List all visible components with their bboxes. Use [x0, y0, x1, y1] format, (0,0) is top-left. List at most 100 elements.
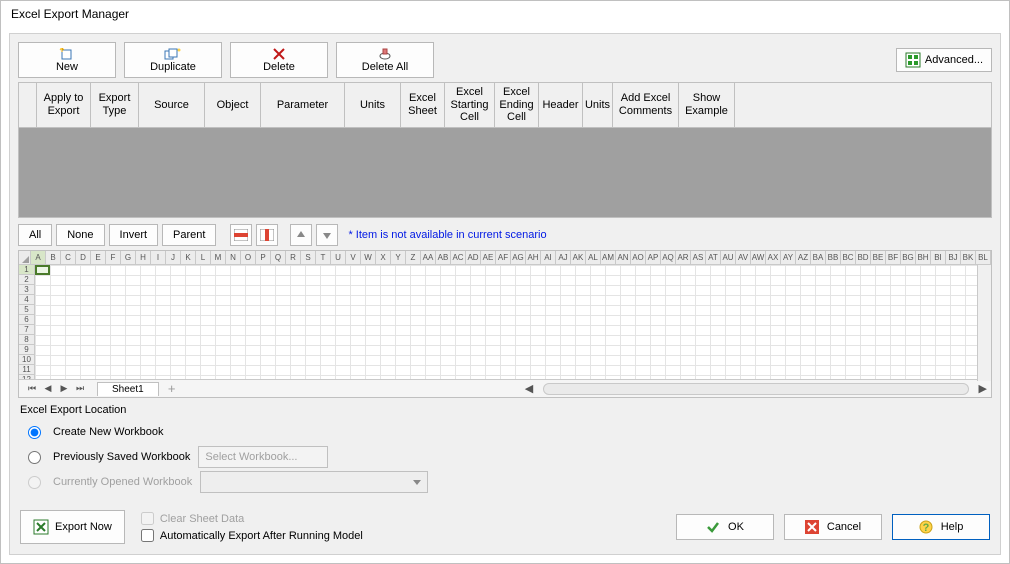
- sheet-row-10[interactable]: 10: [19, 355, 34, 365]
- sheet-col-AZ[interactable]: AZ: [796, 251, 811, 264]
- sheet-col-AO[interactable]: AO: [631, 251, 646, 264]
- sheet-col-W[interactable]: W: [361, 251, 376, 264]
- sheet-col-P[interactable]: P: [256, 251, 271, 264]
- sheet-col-D[interactable]: D: [76, 251, 91, 264]
- grid-col-show-example[interactable]: Show Example: [679, 83, 735, 127]
- grid-col-excel-ending-cell[interactable]: Excel Ending Cell: [495, 83, 539, 127]
- sheet-col-AR[interactable]: AR: [676, 251, 691, 264]
- grid-col-excel-sheet[interactable]: Excel Sheet: [401, 83, 445, 127]
- ok-button[interactable]: OK: [676, 514, 774, 540]
- sheet-col-U[interactable]: U: [331, 251, 346, 264]
- sheet-col-AA[interactable]: AA: [421, 251, 436, 264]
- sheet-col-BL[interactable]: BL: [976, 251, 991, 264]
- sheet-col-L[interactable]: L: [196, 251, 211, 264]
- sheet-col-M[interactable]: M: [211, 251, 226, 264]
- sheet-col-E[interactable]: E: [91, 251, 106, 264]
- sheet-col-AC[interactable]: AC: [451, 251, 466, 264]
- sheet-col-A[interactable]: A: [31, 251, 46, 264]
- highlight-col-icon[interactable]: [256, 224, 278, 246]
- new-button[interactable]: New: [18, 42, 116, 78]
- sheet-col-AK[interactable]: AK: [571, 251, 586, 264]
- grid-col-units[interactable]: Units: [583, 83, 613, 127]
- duplicate-button[interactable]: Duplicate: [124, 42, 222, 78]
- sheet-col-G[interactable]: G: [121, 251, 136, 264]
- grid-col-add-excel-comments[interactable]: Add Excel Comments: [613, 83, 679, 127]
- sheet-col-K[interactable]: K: [181, 251, 196, 264]
- select-all-button[interactable]: All: [18, 224, 52, 246]
- sheet-col-AQ[interactable]: AQ: [661, 251, 676, 264]
- sheet-col-R[interactable]: R: [286, 251, 301, 264]
- sheet-col-AY[interactable]: AY: [781, 251, 796, 264]
- sheet-col-AX[interactable]: AX: [766, 251, 781, 264]
- move-down-icon[interactable]: [316, 224, 338, 246]
- help-button[interactable]: ? Help: [892, 514, 990, 540]
- select-workbook-button[interactable]: Select Workbook...: [198, 446, 328, 468]
- hscroll-left-icon[interactable]: ◀: [521, 382, 537, 395]
- sheet-col-X[interactable]: X: [376, 251, 391, 264]
- sheet-col-AU[interactable]: AU: [721, 251, 736, 264]
- sheet-row-5[interactable]: 5: [19, 305, 34, 315]
- radio-prev-saved[interactable]: [28, 451, 41, 464]
- sheet-col-Q[interactable]: Q: [271, 251, 286, 264]
- sheet-col-AM[interactable]: AM: [601, 251, 616, 264]
- sheet-col-BB[interactable]: BB: [826, 251, 841, 264]
- sheet-col-J[interactable]: J: [166, 251, 181, 264]
- sheet-col-AI[interactable]: AI: [541, 251, 556, 264]
- sheet-preview[interactable]: ABCDEFGHIJKLMNOPQRSTUVWXYZAAABACADAEAFAG…: [18, 250, 992, 398]
- sheet-col-F[interactable]: F: [106, 251, 121, 264]
- sheet-col-O[interactable]: O: [241, 251, 256, 264]
- hscroll-right-icon[interactable]: ▶: [975, 382, 991, 395]
- sheet-row-3[interactable]: 3: [19, 285, 34, 295]
- export-now-button[interactable]: Export Now: [20, 510, 125, 544]
- sheet-col-T[interactable]: T: [316, 251, 331, 264]
- auto-export-checkbox[interactable]: [141, 529, 154, 542]
- sheet-row-4[interactable]: 4: [19, 295, 34, 305]
- advanced-button[interactable]: Advanced...: [896, 48, 992, 72]
- sheet-col-V[interactable]: V: [346, 251, 361, 264]
- tab-first-icon[interactable]: ⏮: [25, 383, 39, 394]
- sheet-col-BE[interactable]: BE: [871, 251, 886, 264]
- sheet-col-AF[interactable]: AF: [496, 251, 511, 264]
- radio-create-new[interactable]: [28, 426, 41, 439]
- sheet-col-H[interactable]: H: [136, 251, 151, 264]
- sheet-col-AH[interactable]: AH: [526, 251, 541, 264]
- sheet-col-BK[interactable]: BK: [961, 251, 976, 264]
- sheet-row-6[interactable]: 6: [19, 315, 34, 325]
- sheet-row-1[interactable]: 1: [19, 265, 34, 275]
- sheet-col-AS[interactable]: AS: [691, 251, 706, 264]
- grid-col-parameter[interactable]: Parameter: [261, 83, 345, 127]
- sheet-col-B[interactable]: B: [46, 251, 61, 264]
- sheet-col-AT[interactable]: AT: [706, 251, 721, 264]
- sheet-col-S[interactable]: S: [301, 251, 316, 264]
- sheet-col-BJ[interactable]: BJ: [946, 251, 961, 264]
- tab-last-icon[interactable]: ⏭: [73, 383, 87, 394]
- sheet-col-AN[interactable]: AN: [616, 251, 631, 264]
- sheet-col-AE[interactable]: AE: [481, 251, 496, 264]
- cancel-button[interactable]: Cancel: [784, 514, 882, 540]
- select-parent-button[interactable]: Parent: [162, 224, 216, 246]
- sheet-col-BF[interactable]: BF: [886, 251, 901, 264]
- sheet-select-all[interactable]: [19, 251, 31, 264]
- sheet-row-2[interactable]: 2: [19, 275, 34, 285]
- sheet-cells[interactable]: [35, 265, 991, 379]
- grid-col-excel-starting-cell[interactable]: Excel Starting Cell: [445, 83, 495, 127]
- sheet-row-7[interactable]: 7: [19, 325, 34, 335]
- tab-next-icon[interactable]: ▶: [57, 383, 71, 394]
- sheet-col-BC[interactable]: BC: [841, 251, 856, 264]
- sheet-col-AJ[interactable]: AJ: [556, 251, 571, 264]
- sheet-col-AW[interactable]: AW: [751, 251, 766, 264]
- grid-col-apply-to-export[interactable]: Apply to Export: [37, 83, 91, 127]
- sheet-row-9[interactable]: 9: [19, 345, 34, 355]
- export-grid[interactable]: Apply to ExportExport TypeSourceObjectPa…: [18, 82, 992, 218]
- sheet-col-N[interactable]: N: [226, 251, 241, 264]
- move-up-icon[interactable]: [290, 224, 312, 246]
- sheet-col-BH[interactable]: BH: [916, 251, 931, 264]
- grid-col-object[interactable]: Object: [205, 83, 261, 127]
- sheet-col-BD[interactable]: BD: [856, 251, 871, 264]
- sheet-col-AV[interactable]: AV: [736, 251, 751, 264]
- sheet-col-Y[interactable]: Y: [391, 251, 406, 264]
- delete-all-button[interactable]: Delete All: [336, 42, 434, 78]
- add-sheet-icon[interactable]: +: [163, 382, 181, 396]
- sheet-tab[interactable]: Sheet1: [97, 382, 159, 396]
- sheet-vscroll[interactable]: [977, 265, 991, 381]
